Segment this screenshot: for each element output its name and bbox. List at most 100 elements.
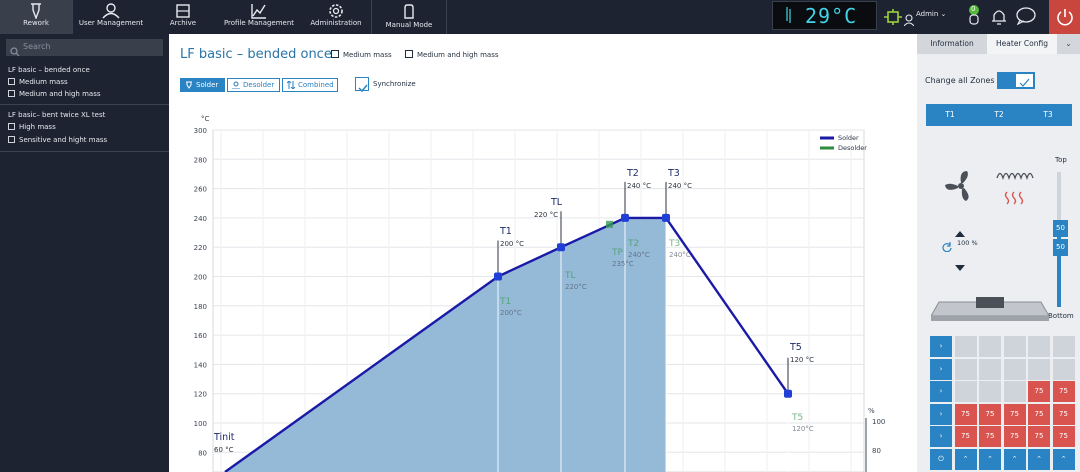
heater-zone-cell[interactable]: 75 (1052, 426, 1075, 447)
bell-icon[interactable] (991, 8, 1007, 30)
solder-point-tl (557, 243, 565, 252)
zone-grid-cell[interactable] (1052, 358, 1075, 380)
search-input[interactable]: Search (6, 39, 163, 57)
zone-grid-cell[interactable] (954, 336, 977, 357)
zone-grid-cell[interactable] (1003, 381, 1026, 402)
zone-grid-cell[interactable] (1003, 358, 1026, 380)
chevron-up-icon[interactable]: ⌃ (1028, 448, 1050, 470)
nav-archive[interactable]: Archive (149, 0, 217, 34)
y-tick-label: 200 (194, 274, 207, 282)
nav-profile-management[interactable]: Profile Management (217, 0, 301, 34)
heating-coil-icon (995, 168, 1035, 214)
profile-group[interactable]: LF basic – bended once Medium mass Mediu… (0, 61, 169, 105)
solder-point-t1 (494, 272, 502, 281)
chevron-up-icon[interactable]: ⌃ (1052, 448, 1075, 470)
page-title: LF basic – bended once (180, 47, 332, 62)
heater-zone-cell[interactable]: 75 (1028, 403, 1050, 425)
user-menu[interactable]: Admin ⌄ (916, 10, 946, 18)
desolder-mode-button[interactable]: Desolder (227, 78, 280, 92)
zone-grid-cell[interactable] (979, 336, 1001, 357)
heater-zone-cell[interactable]: 75 (1003, 403, 1026, 425)
profile-item[interactable]: High mass (8, 123, 56, 131)
power-button[interactable] (1049, 0, 1080, 34)
pcb-connector-icon[interactable] (884, 9, 902, 29)
search-placeholder: Search (23, 42, 51, 51)
chevron-up-icon[interactable]: ⌃ (954, 448, 977, 470)
nav-user-management[interactable]: User Management (73, 0, 149, 34)
chevron-right-icon[interactable]: › (930, 403, 952, 425)
profile-group[interactable]: LF basic– bent twice XL test High mass S… (0, 106, 169, 152)
zone-selector[interactable]: T1 T2 T3 (926, 104, 1072, 126)
solder-label-t5: T5 (789, 342, 802, 353)
solder-value-tinit: 60 °C (214, 446, 234, 454)
nav-administration[interactable]: Administration (301, 0, 371, 34)
heater-value-top[interactable]: 50 (1053, 220, 1068, 237)
tab-information[interactable]: Information (917, 34, 987, 54)
power-icon[interactable]: ⏻ (930, 448, 952, 470)
zone-grid-cell[interactable] (1003, 336, 1026, 357)
zone-grid-cell[interactable] (979, 381, 1001, 402)
profile-group-title[interactable]: LF basic– bent twice XL test (8, 111, 105, 119)
nav-manual-mode[interactable]: Manual Mode (372, 0, 446, 34)
tab-heater-config[interactable]: Heater Config (987, 34, 1057, 54)
combined-mode-button[interactable]: Combined (282, 78, 338, 92)
y-tick-label: 80 (198, 449, 207, 457)
status-light-icon[interactable]: 0 (967, 4, 981, 30)
profile-group-title[interactable]: LF basic – bended once (8, 66, 90, 74)
heater-zone-cell[interactable]: 75 (979, 426, 1001, 447)
solder-mode-button[interactable]: Solder (180, 78, 225, 92)
synchronize-checkbox[interactable] (355, 77, 369, 93)
heater-zone-cell[interactable]: 75 (954, 403, 977, 425)
refresh-icon (942, 237, 952, 256)
mass-icon (8, 78, 15, 85)
temperature-profile-chart[interactable]: 80 100 120 140 160 180 200 220 240 260 280 300 °C Tin… (169, 108, 917, 472)
down-arrow-icon[interactable] (955, 256, 965, 275)
legend-label-solder: Solder (838, 134, 859, 142)
chevron-right-icon[interactable]: › (930, 336, 952, 357)
heater-zone-cell[interactable]: 75 (954, 426, 977, 447)
heater-zone-cell[interactable]: 75 (1052, 381, 1075, 402)
chevron-up-icon[interactable]: ⌃ (1003, 448, 1026, 470)
heater-zone-cell[interactable]: 75 (1003, 426, 1026, 447)
user-icon[interactable] (903, 11, 915, 30)
right-panel: Information Heater Config ⌄ Change all Z… (917, 34, 1080, 472)
solder-point-t3 (662, 213, 670, 222)
heater-zone-cell[interactable]: 75 (1052, 403, 1075, 425)
chevron-right-icon[interactable]: › (930, 381, 952, 402)
zone-t1[interactable]: T1 (926, 104, 974, 126)
zone-grid-cell[interactable] (1028, 336, 1050, 357)
chat-icon[interactable] (1016, 7, 1036, 29)
tab-medium-mass[interactable]: Medium mass (331, 50, 392, 59)
thermometer-icon (782, 6, 794, 26)
zone-grid-cell[interactable] (954, 358, 977, 380)
checkmark-icon (1019, 78, 1030, 87)
chevron-up-icon[interactable]: ⌃ (979, 448, 1001, 470)
secondary-tick-label: 100 (872, 418, 885, 426)
tab-medium-high-mass[interactable]: Medium and high mass (405, 50, 499, 59)
profile-item[interactable]: Sensitive and hight mass (8, 136, 107, 144)
solder-point-t5 (784, 389, 792, 398)
zone-grid-cell[interactable] (954, 381, 977, 402)
panel-menu-button[interactable]: ⌄ (1057, 34, 1080, 54)
profile-item[interactable]: Medium mass (8, 78, 68, 86)
profile-item[interactable]: Medium and high mass (8, 90, 101, 98)
desolder-value-t1: 200°C (500, 309, 522, 317)
zone-t3[interactable]: T3 (1024, 104, 1072, 126)
heater-zone-cell[interactable]: 75 (979, 403, 1001, 425)
heater-zone-cell[interactable]: 75 (1028, 426, 1050, 447)
zone-grid-cell[interactable] (1052, 336, 1075, 357)
heater-zone-cell[interactable]: 75 (1028, 381, 1050, 402)
zone-grid-cell[interactable] (979, 358, 1001, 380)
nav-rework[interactable]: Rework (0, 0, 72, 34)
change-all-zones-toggle[interactable] (997, 72, 1035, 89)
profile-sidebar: Search LF basic – bended once Medium mas… (0, 34, 169, 472)
heater-value-bottom[interactable]: 50 (1053, 239, 1068, 256)
chevron-right-icon[interactable]: › (930, 426, 952, 447)
chevron-right-icon[interactable]: › (930, 358, 952, 380)
zone-t2[interactable]: T2 (975, 104, 1023, 126)
solder-value-t2: 240 °C (627, 182, 651, 190)
synchronize-label: Synchronize (373, 80, 416, 88)
zone-grid-cell[interactable] (1028, 358, 1050, 380)
hand-icon (372, 0, 446, 19)
desolder-label-tl: TL (564, 271, 576, 281)
